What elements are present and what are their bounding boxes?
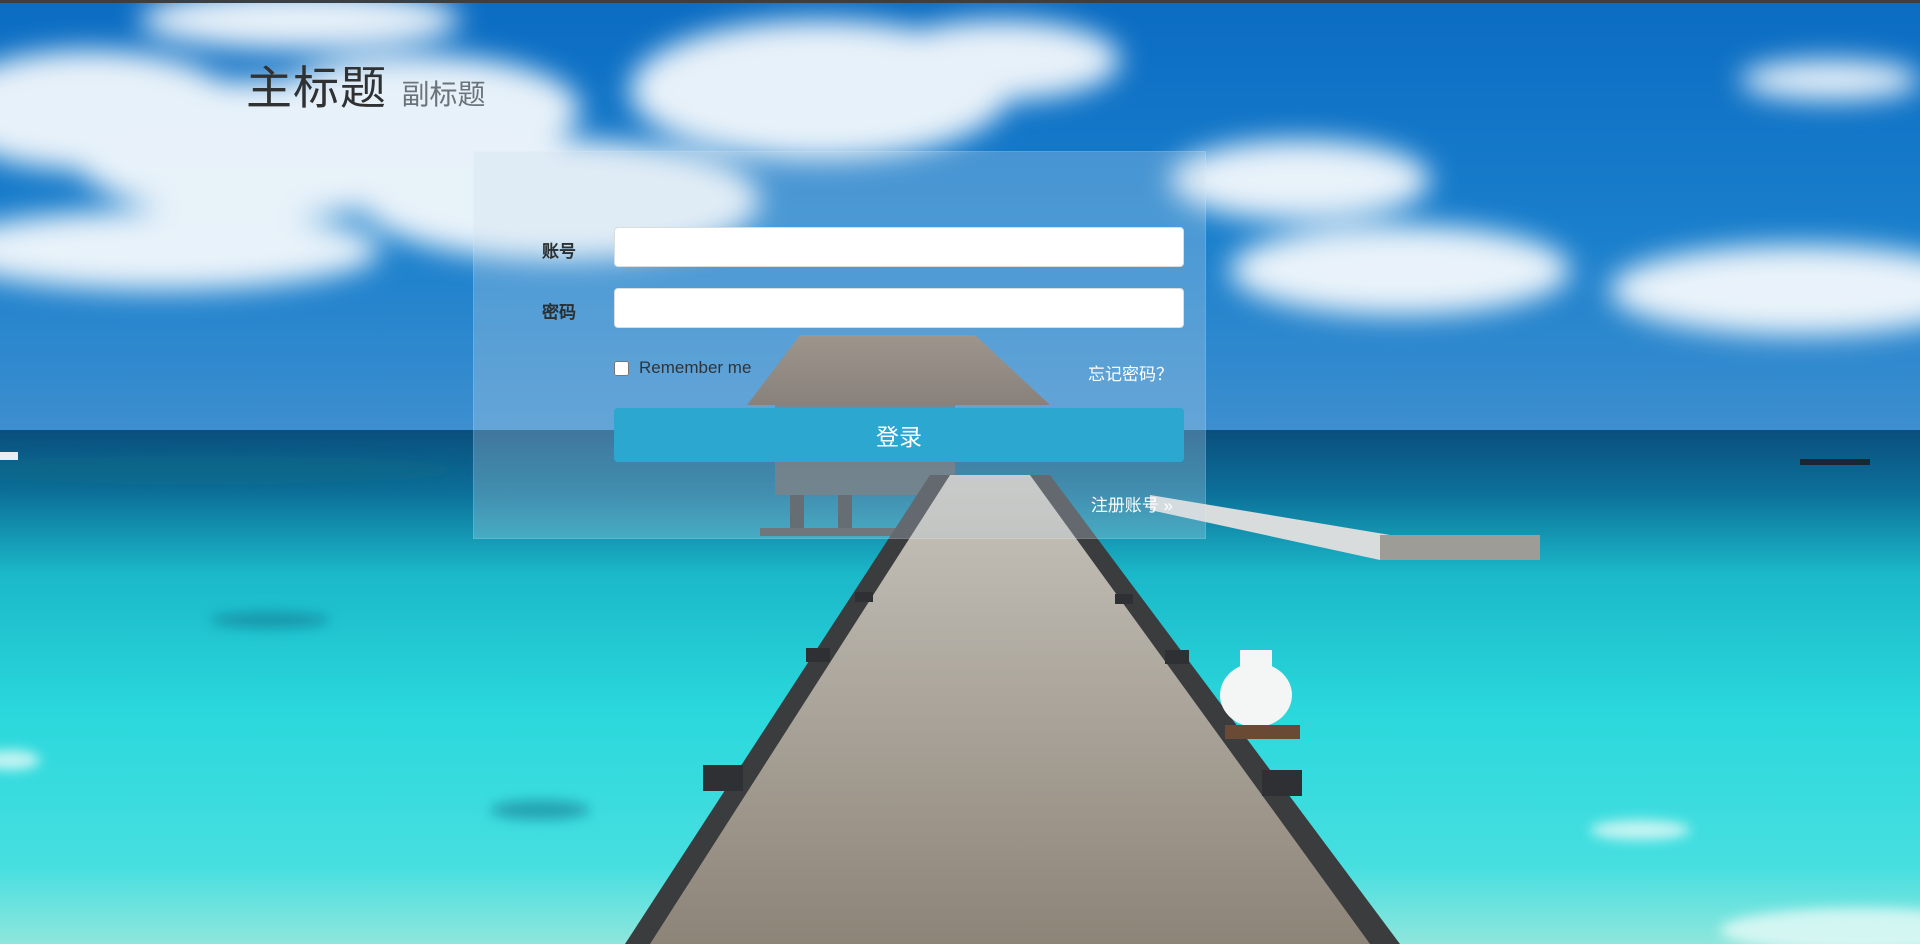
top-bar (0, 0, 1920, 3)
distant-boat (1800, 459, 1870, 465)
account-label: 账号 (542, 242, 576, 261)
password-input[interactable] (614, 288, 1184, 328)
remember-me[interactable]: Remember me (614, 358, 751, 378)
register-link[interactable]: 注册账号 » (1091, 491, 1173, 516)
page-title: 主标题 (246, 62, 387, 114)
remember-me-label: Remember me (639, 358, 752, 377)
login-panel: 账号 密码 Remember me 忘记密码？ 登录 注册账号 » (473, 151, 1206, 539)
page-header: 主标题 副标题 (246, 52, 485, 118)
password-label: 密码 (542, 303, 576, 322)
page-subtitle: 副标题 (401, 79, 486, 110)
account-input[interactable] (614, 227, 1184, 267)
forgot-password-link[interactable]: 忘记密码？ (1088, 360, 1173, 385)
distant-boat (0, 452, 18, 460)
remember-me-checkbox[interactable] (614, 360, 629, 376)
login-button[interactable]: 登录 (614, 408, 1184, 462)
